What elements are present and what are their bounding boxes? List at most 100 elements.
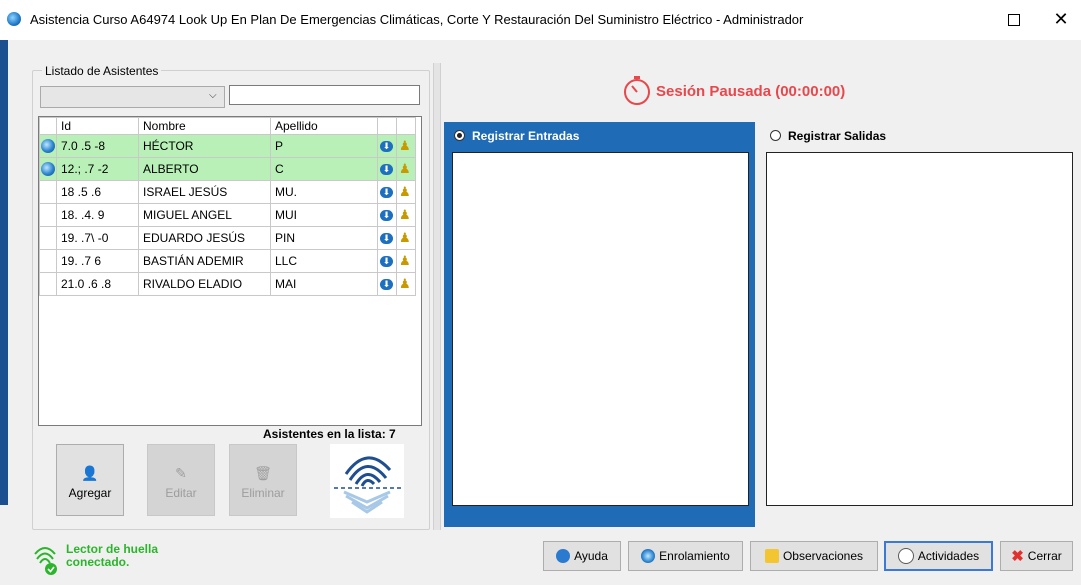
cloud-download-icon[interactable]: ⬇ — [380, 255, 393, 267]
user-warning-icon[interactable]: ♟ — [399, 230, 411, 245]
fingerprint-icon — [641, 549, 656, 563]
column-header-action1 — [377, 117, 397, 135]
user-warning-icon[interactable]: ♟ — [399, 276, 411, 291]
cell-nombre: BASTIÁN ADEMIR — [138, 249, 271, 273]
add-button-label: Agregar — [68, 486, 112, 500]
row-user-cell[interactable]: ♟ — [396, 249, 416, 273]
row-user-cell[interactable]: ♟ — [396, 157, 416, 181]
user-warning-icon[interactable]: ♟ — [399, 207, 411, 222]
row-fingerprint-cell — [39, 226, 57, 250]
close-x-icon: ✖ — [1011, 548, 1024, 565]
add-user-icon: 👤 — [81, 465, 99, 481]
row-download-cell[interactable]: ⬇ — [377, 203, 397, 227]
cell-apellido: MU. — [270, 180, 378, 204]
user-warning-icon[interactable]: ♟ — [399, 138, 411, 153]
row-download-cell[interactable]: ⬇ — [377, 226, 397, 250]
search-input[interactable] — [229, 85, 420, 105]
enrollment-button[interactable]: Enrolamiento — [628, 541, 743, 571]
cell-nombre: ALBERTO — [138, 157, 271, 181]
cell-id: 21.0 .6 .8 — [56, 272, 139, 296]
exits-list[interactable] — [766, 152, 1073, 506]
user-warning-icon[interactable]: ♟ — [399, 253, 411, 268]
observations-button[interactable]: Observaciones — [750, 541, 878, 571]
column-header-id[interactable]: Id — [56, 117, 139, 135]
row-download-cell[interactable]: ⬇ — [377, 134, 397, 158]
row-download-cell[interactable]: ⬇ — [377, 180, 397, 204]
attendees-group-label: Listado de Asistentes — [42, 64, 162, 78]
row-download-cell[interactable]: ⬇ — [377, 157, 397, 181]
cloud-download-icon[interactable]: ⬇ — [380, 140, 393, 152]
table-row[interactable]: 7.0 .5 -8 HÉCTOR P ⬇ ♟ — [39, 134, 416, 158]
cloud-download-icon[interactable]: ⬇ — [380, 186, 393, 198]
delete-button[interactable]: 🗑 Eliminar — [229, 444, 297, 516]
column-header-action2 — [396, 117, 416, 135]
maximize-button[interactable] — [1003, 10, 1025, 30]
close-window-button[interactable]: ✕ — [1049, 8, 1073, 30]
stopwatch-icon — [621, 74, 653, 106]
row-user-cell[interactable]: ♟ — [396, 180, 416, 204]
row-fingerprint-cell — [39, 272, 57, 296]
enrollment-button-label: Enrolamiento — [659, 549, 730, 563]
cloud-download-icon[interactable]: ⬇ — [380, 232, 393, 244]
table-row[interactable]: 12.; .7 -2 ALBERTO C ⬇ ♟ — [39, 157, 416, 181]
entries-radio[interactable] — [454, 130, 465, 141]
row-download-cell[interactable]: ⬇ — [377, 272, 397, 296]
row-user-cell[interactable]: ♟ — [396, 272, 416, 296]
row-fingerprint-cell — [39, 134, 57, 158]
fingerprint-reader-icon — [31, 540, 59, 576]
app-icon — [7, 12, 21, 26]
help-button[interactable]: Ayuda — [543, 541, 621, 571]
exits-label[interactable]: Registrar Salidas — [788, 129, 886, 143]
exits-radio[interactable] — [770, 130, 781, 141]
cell-apellido: P — [270, 134, 378, 158]
clock-icon — [897, 548, 914, 564]
cell-nombre: ISRAEL JESÚS — [138, 180, 271, 204]
user-warning-icon[interactable]: ♟ — [399, 184, 411, 199]
panel-splitter[interactable] — [433, 63, 441, 530]
entries-list[interactable] — [452, 152, 749, 506]
fingerprint-scan-image — [330, 444, 404, 518]
help-button-label: Ayuda — [574, 549, 608, 563]
user-warning-icon[interactable]: ♟ — [399, 161, 411, 176]
attendees-grid[interactable]: Id Nombre Apellido 7.0 .5 -8 HÉCTOR P ⬇ ♟ 12.… — [38, 116, 422, 426]
cell-apellido: MUI — [270, 203, 378, 227]
cell-apellido: LLC — [270, 249, 378, 273]
row-download-cell[interactable]: ⬇ — [377, 249, 397, 273]
close-button-label: Cerrar — [1027, 549, 1062, 563]
close-button[interactable]: ✖ Cerrar — [1000, 541, 1073, 571]
row-fingerprint-cell — [39, 157, 57, 181]
entries-label[interactable]: Registrar Entradas — [472, 129, 579, 143]
window-title: Asistencia Curso A64974 Look Up En Plan … — [30, 12, 804, 27]
edit-button[interactable]: ✎ Editar — [147, 444, 215, 516]
left-edge-strip — [0, 40, 8, 505]
cell-apellido: PIN — [270, 226, 378, 250]
edit-icon: ✎ — [175, 465, 187, 481]
cloud-download-icon[interactable]: ⬇ — [380, 278, 393, 290]
table-row[interactable]: 19. .7 6 BASTIÁN ADEMIR LLC ⬇ ♟ — [39, 249, 416, 273]
chevron-down-icon[interactable]: ⌵ — [209, 90, 217, 101]
table-row[interactable]: 19. .7\ -0 EDUARDO JESÚS PIN ⬇ ♟ — [39, 226, 416, 250]
fingerprint-icon — [334, 456, 402, 514]
column-header-apellido[interactable]: Apellido — [270, 117, 378, 135]
row-fingerprint-cell — [39, 180, 57, 204]
table-row[interactable]: 21.0 .6 .8 RIVALDO ELADIO MAI ⬇ ♟ — [39, 272, 416, 296]
maximize-icon — [1008, 14, 1020, 26]
attendee-count: Asistentes en la lista: 7 — [263, 427, 396, 441]
cloud-download-icon[interactable]: ⬇ — [380, 163, 393, 175]
activities-button[interactable]: Actividades — [884, 541, 993, 571]
trash-icon: 🗑 — [254, 465, 272, 481]
note-icon — [764, 549, 779, 563]
cell-id: 7.0 .5 -8 — [56, 134, 139, 158]
row-user-cell[interactable]: ♟ — [396, 134, 416, 158]
filter-combo[interactable] — [40, 86, 225, 108]
help-icon — [556, 549, 571, 563]
column-header-nombre[interactable]: Nombre — [138, 117, 271, 135]
row-user-cell[interactable]: ♟ — [396, 226, 416, 250]
add-button[interactable]: 👤 Agregar — [56, 444, 124, 516]
table-row[interactable]: 18. .4. 9 MIGUEL ANGEL MUI ⬇ ♟ — [39, 203, 416, 227]
table-row[interactable]: 18 .5 .6 ISRAEL JESÚS MU. ⬇ ♟ — [39, 180, 416, 204]
cloud-download-icon[interactable]: ⬇ — [380, 209, 393, 221]
row-user-cell[interactable]: ♟ — [396, 203, 416, 227]
cell-id: 18 .5 .6 — [56, 180, 139, 204]
cell-nombre: MIGUEL ANGEL — [138, 203, 271, 227]
